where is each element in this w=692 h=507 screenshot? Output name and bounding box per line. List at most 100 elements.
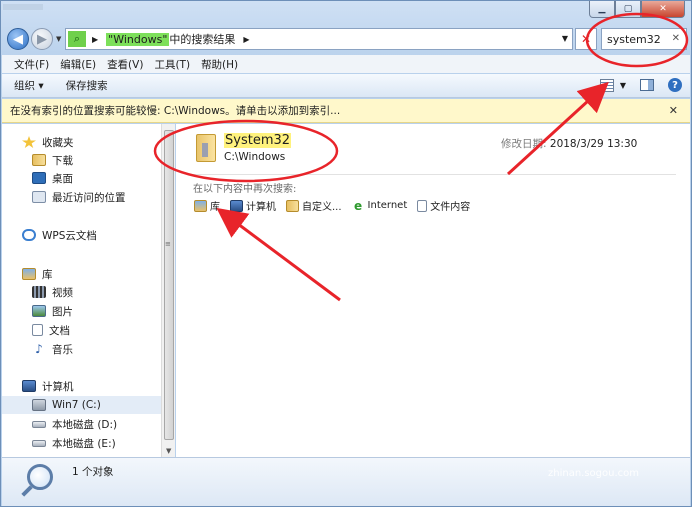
nav-favorites[interactable]: 收藏夹 bbox=[2, 133, 161, 151]
organize-button[interactable]: 组织 ▾ bbox=[14, 78, 44, 93]
back-button[interactable]: ◀ bbox=[7, 28, 29, 50]
nav-drive-d[interactable]: 本地磁盘 (D:) bbox=[2, 415, 161, 433]
watermark-url: zhinan.sogou.com bbox=[548, 468, 640, 479]
library-icon bbox=[22, 268, 36, 280]
library-icon bbox=[194, 199, 207, 212]
help-icon[interactable]: ? bbox=[668, 78, 682, 92]
breadcrumb-arrow-icon[interactable]: ▶ bbox=[243, 35, 249, 44]
nav-label: 最近访问的位置 bbox=[52, 191, 126, 204]
index-info-bar[interactable]: 在没有索引的位置搜索可能较慢: C:\Windows。请单击以添加到索引... … bbox=[2, 99, 690, 123]
navigation-scrollbar[interactable]: ≡ ▼ bbox=[161, 124, 175, 457]
search-input[interactable]: system32 ✕ bbox=[601, 28, 687, 50]
close-button[interactable]: ✕ bbox=[641, 1, 685, 18]
search-input-value: system32 bbox=[607, 32, 661, 46]
maximize-button[interactable]: ▢ bbox=[615, 1, 641, 18]
file-contents-icon bbox=[417, 199, 428, 212]
item-count: 1 个对象 bbox=[72, 466, 114, 478]
address-dropdown-icon[interactable]: ▼ bbox=[562, 34, 568, 43]
minimize-button[interactable]: ▁ bbox=[589, 1, 615, 18]
nav-documents[interactable]: 文档 bbox=[2, 321, 161, 339]
nav-label: 文档 bbox=[49, 324, 70, 337]
star-icon bbox=[22, 136, 36, 148]
option-label: Internet bbox=[367, 200, 408, 211]
disk-drive-icon bbox=[32, 439, 46, 447]
nav-label: 音乐 bbox=[52, 343, 73, 356]
search-again-custom[interactable]: 自定义... bbox=[286, 198, 342, 213]
menu-file[interactable]: 文件(F) bbox=[14, 57, 49, 72]
divider bbox=[188, 174, 676, 175]
search-again-libraries[interactable]: 库 bbox=[194, 198, 220, 213]
result-path: C:\Windows bbox=[224, 151, 286, 163]
downloads-folder-icon bbox=[32, 154, 46, 166]
modified-date: 2018/3/29 13:30 bbox=[549, 138, 638, 150]
navigation-pane: 收藏夹 下载 桌面 最近访问的位置 WPS云文档 库 视频 图片 文档 ♪ 音乐… bbox=[2, 124, 161, 457]
nav-downloads[interactable]: 下载 bbox=[2, 151, 161, 169]
nav-label: 本地磁盘 (D:) bbox=[52, 418, 118, 431]
folder-icon bbox=[196, 134, 216, 162]
nav-label: Win7 (C:) bbox=[52, 399, 101, 411]
breadcrumb-arrow-icon[interactable]: ▶ bbox=[92, 35, 98, 44]
result-modified: 修改日期: 2018/3/29 13:30 bbox=[501, 136, 637, 151]
system-drive-icon bbox=[32, 399, 46, 411]
nav-label: 本地磁盘 (E:) bbox=[52, 437, 116, 450]
option-label: 库 bbox=[210, 202, 220, 213]
breadcrumb-text: 中的搜索结果 bbox=[169, 33, 236, 46]
search-result-item[interactable]: System32 C:\Windows 修改日期: 2018/3/29 13:3… bbox=[196, 132, 666, 168]
change-view-icon[interactable] bbox=[599, 78, 614, 92]
nav-computer[interactable]: 计算机 bbox=[2, 377, 161, 395]
menu-view[interactable]: 查看(V) bbox=[107, 57, 143, 72]
search-magnifier-icon bbox=[27, 464, 53, 490]
desktop-icon bbox=[32, 172, 46, 184]
menu-edit[interactable]: 编辑(E) bbox=[60, 57, 96, 72]
results-pane: System32 C:\Windows 修改日期: 2018/3/29 13:3… bbox=[176, 124, 690, 457]
nav-recent-places[interactable]: 最近访问的位置 bbox=[2, 188, 161, 206]
nav-videos[interactable]: 视频 bbox=[2, 283, 161, 301]
view-controls: ▼ ? bbox=[599, 78, 682, 92]
nav-pictures[interactable]: 图片 bbox=[2, 302, 161, 320]
scrollbar-thumb[interactable] bbox=[164, 130, 174, 440]
clear-search-button[interactable]: ✕ bbox=[575, 28, 597, 50]
view-options-dropdown[interactable]: ▼ bbox=[620, 81, 626, 90]
computer-icon bbox=[22, 380, 36, 392]
nav-music[interactable]: ♪ 音乐 bbox=[2, 340, 161, 358]
video-icon bbox=[32, 286, 46, 298]
recent-pages-dropdown[interactable]: ▼ bbox=[56, 35, 61, 43]
nav-drive-c[interactable]: Win7 (C:) bbox=[2, 396, 161, 414]
search-again-label: 在以下内容中再次搜索: bbox=[193, 184, 297, 195]
nav-label: 下载 bbox=[52, 154, 73, 167]
result-name[interactable]: System32 bbox=[224, 133, 292, 148]
breadcrumb-search-results[interactable]: "Windows" 中的搜索结果 bbox=[104, 31, 237, 47]
preview-pane-icon[interactable] bbox=[640, 79, 654, 91]
save-search-button[interactable]: 保存搜索 bbox=[66, 78, 108, 93]
option-label: 文件内容 bbox=[430, 202, 471, 213]
info-bar-text: 在没有索引的位置搜索可能较慢: C:\Windows。请单击以添加到索引... bbox=[10, 105, 341, 117]
scrollbar-grip-icon: ≡ bbox=[165, 240, 171, 248]
status-bar: 1 个对象 bbox=[2, 457, 690, 506]
modified-label: 修改日期: bbox=[501, 138, 547, 150]
clear-icon[interactable]: ✕ bbox=[672, 33, 680, 44]
disk-drive-icon bbox=[32, 420, 46, 428]
search-again-options: 库 计算机 自定义... e Internet 文件内容 bbox=[194, 198, 480, 213]
internet-explorer-icon: e bbox=[353, 198, 363, 213]
address-bar[interactable]: ⌕ ▶ "Windows" 中的搜索结果 ▶ ▼ bbox=[65, 28, 573, 50]
option-label: 计算机 bbox=[246, 202, 276, 213]
nav-wps-cloud[interactable]: WPS云文档 bbox=[2, 226, 161, 244]
search-again-file-contents[interactable]: 文件内容 bbox=[417, 198, 470, 213]
close-icon[interactable]: ✕ bbox=[669, 104, 678, 117]
scroll-down-icon[interactable]: ▼ bbox=[166, 447, 171, 455]
recent-places-icon bbox=[32, 191, 46, 203]
nav-drive-e[interactable]: 本地磁盘 (E:) bbox=[2, 434, 161, 452]
caption-buttons: ▁ ▢ ✕ bbox=[589, 1, 685, 18]
nav-libraries[interactable]: 库 bbox=[2, 265, 161, 283]
document-icon bbox=[32, 324, 43, 336]
forward-button[interactable]: ▶ bbox=[31, 28, 53, 50]
menu-help[interactable]: 帮助(H) bbox=[201, 57, 238, 72]
menu-tools[interactable]: 工具(T) bbox=[154, 57, 190, 72]
search-again-computer[interactable]: 计算机 bbox=[230, 198, 276, 213]
menu-bar: 文件(F) 编辑(E) 查看(V) 工具(T) 帮助(H) bbox=[2, 55, 690, 73]
nav-desktop[interactable]: 桌面 bbox=[2, 169, 161, 187]
nav-label: 收藏夹 bbox=[42, 136, 74, 149]
option-label: 自定义... bbox=[302, 202, 342, 213]
search-again-internet[interactable]: e Internet bbox=[352, 198, 408, 213]
custom-folder-icon bbox=[286, 199, 299, 212]
